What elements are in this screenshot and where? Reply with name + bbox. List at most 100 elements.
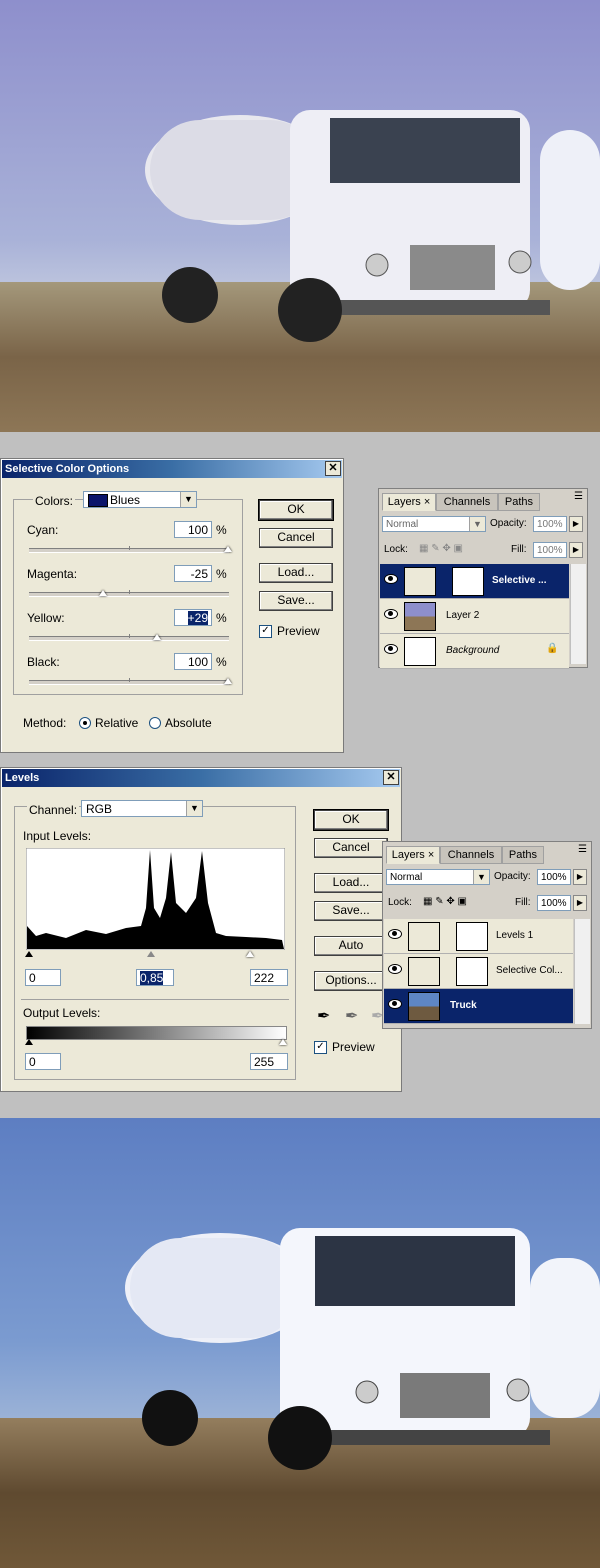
ok-button[interactable]: OK (313, 809, 389, 831)
channel-label: Channel: (27, 803, 80, 817)
eye-icon[interactable] (384, 644, 398, 654)
blend-mode-select[interactable]: Normal ▼ (382, 516, 486, 532)
fill-field[interactable]: 100% (533, 542, 567, 558)
magenta-field[interactable]: -25 (174, 565, 212, 582)
slider-tick (129, 546, 130, 550)
eye-icon[interactable] (384, 574, 398, 584)
black-label: Black: (27, 655, 60, 669)
close-icon[interactable]: ✕ (383, 770, 399, 785)
close-icon[interactable]: × (428, 849, 434, 861)
scrollbar[interactable] (570, 564, 586, 664)
tab-channels[interactable]: Channels (440, 846, 502, 864)
black-eyedropper-icon[interactable]: ✒ (317, 1006, 330, 1026)
input-gamma-thumb[interactable] (147, 951, 155, 957)
eye-icon[interactable] (388, 964, 402, 974)
tab-channels[interactable]: Channels (436, 493, 498, 511)
opacity-field[interactable]: 100% (533, 516, 567, 532)
chevron-down-icon: ▼ (473, 870, 489, 884)
layer-row-background[interactable]: Background 🔒 (380, 634, 569, 669)
percent-label: % (216, 655, 227, 669)
preview-checkbox[interactable]: ✓ (259, 625, 272, 638)
yellow-slider-thumb[interactable] (153, 634, 161, 640)
channel-select[interactable]: RGB ▼ (81, 800, 203, 817)
close-icon[interactable]: ✕ (325, 461, 341, 476)
output-levels-label: Output Levels: (23, 1006, 101, 1020)
layer-row-levels[interactable]: Levels 1 (384, 919, 573, 954)
lock-icons[interactable]: ▦ ✎ ✥ ▣ (419, 543, 463, 554)
tab-layers[interactable]: Layers × (382, 493, 436, 511)
preview-checkbox[interactable]: ✓ (314, 1041, 327, 1054)
opacity-label: Opacity: (494, 871, 531, 882)
output-white-field[interactable]: 255 (250, 1053, 288, 1070)
eye-icon[interactable] (388, 929, 402, 939)
opacity-field[interactable]: 100% (537, 869, 571, 885)
arrow-right-icon[interactable]: ▶ (569, 542, 583, 558)
layer-row-selective[interactable]: Selective Col... (384, 954, 573, 989)
absolute-radio[interactable] (149, 717, 161, 729)
tab-paths[interactable]: Paths (498, 493, 540, 511)
relative-label: Relative (95, 716, 139, 730)
dialog-title: Selective Color Options (2, 460, 342, 478)
layer-name: Layer 2 (446, 610, 480, 621)
colors-select[interactable]: Blues ▼ (83, 491, 197, 508)
input-black-thumb[interactable] (25, 951, 33, 957)
tab-layers-label: Layers (387, 496, 421, 508)
options-button[interactable]: Options... (314, 971, 388, 991)
black-slider-thumb[interactable] (224, 678, 232, 684)
arrow-right-icon[interactable]: ▶ (573, 869, 587, 885)
layer-row-layer2[interactable]: Layer 2 (380, 599, 569, 634)
cyan-field[interactable]: 100 (174, 521, 212, 538)
layer-name: Levels 1 (496, 930, 534, 941)
panel-menu-icon[interactable]: ☰ (574, 491, 583, 502)
tab-layers-label: Layers (391, 849, 425, 861)
cancel-button[interactable]: Cancel (314, 838, 388, 858)
layer-name: Selective ... (492, 575, 547, 586)
input-white-field[interactable]: 222 (250, 969, 288, 986)
output-white-thumb[interactable] (279, 1039, 287, 1045)
method-label: Method: (23, 716, 67, 730)
layer-thumbnail (408, 992, 440, 1021)
arrow-right-icon[interactable]: ▶ (573, 895, 587, 911)
chevron-down-icon: ▼ (180, 492, 196, 507)
layers-panel: Layers × Channels Paths ☰ Normal ▼ Opaci… (382, 841, 592, 1029)
eye-icon[interactable] (384, 609, 398, 619)
load-button[interactable]: Load... (314, 873, 388, 893)
save-button[interactable]: Save... (314, 901, 388, 921)
input-white-thumb[interactable] (246, 951, 254, 957)
save-button[interactable]: Save... (259, 591, 333, 611)
panel-menu-icon[interactable]: ☰ (578, 844, 587, 855)
magenta-slider-thumb[interactable] (99, 590, 107, 596)
gray-eyedropper-icon[interactable]: ✒ (345, 1006, 358, 1026)
cyan-slider-thumb[interactable] (224, 546, 232, 552)
yellow-field[interactable]: +29 (174, 609, 212, 626)
tab-paths[interactable]: Paths (502, 846, 544, 864)
layer-mask-thumbnail (456, 957, 488, 986)
blend-mode-value: Normal (390, 872, 423, 883)
layer-row-truck[interactable]: Truck (384, 989, 573, 1024)
close-icon[interactable]: × (424, 496, 430, 508)
arrow-right-icon[interactable]: ▶ (569, 516, 583, 532)
lock-icons[interactable]: ▦ ✎ ✥ ▣ (423, 896, 467, 907)
output-black-field[interactable]: 0 (25, 1053, 61, 1070)
cancel-button[interactable]: Cancel (259, 528, 333, 548)
tab-layers[interactable]: Layers × (386, 846, 440, 864)
cyan-label: Cyan: (27, 523, 59, 537)
fill-field[interactable]: 100% (537, 895, 571, 911)
blend-mode-select[interactable]: Normal ▼ (386, 869, 490, 885)
auto-button[interactable]: Auto (314, 936, 388, 956)
colors-value: Blues (110, 493, 141, 507)
ok-button[interactable]: OK (258, 499, 334, 521)
layer-row-selective[interactable]: Selective ... (380, 564, 569, 599)
percent-label: % (216, 523, 227, 537)
relative-radio[interactable] (79, 717, 91, 729)
lock-label: Lock: (384, 544, 408, 555)
load-button[interactable]: Load... (259, 563, 333, 583)
input-black-field[interactable]: 0 (25, 969, 61, 986)
scrollbar[interactable] (574, 919, 590, 1024)
input-gamma-field[interactable]: 0,85 (136, 969, 174, 986)
output-black-thumb[interactable] (25, 1039, 33, 1045)
fill-label: Fill: (515, 897, 531, 908)
eye-icon[interactable] (388, 999, 402, 1009)
slider-tick (129, 678, 130, 682)
black-field[interactable]: 100 (174, 653, 212, 670)
